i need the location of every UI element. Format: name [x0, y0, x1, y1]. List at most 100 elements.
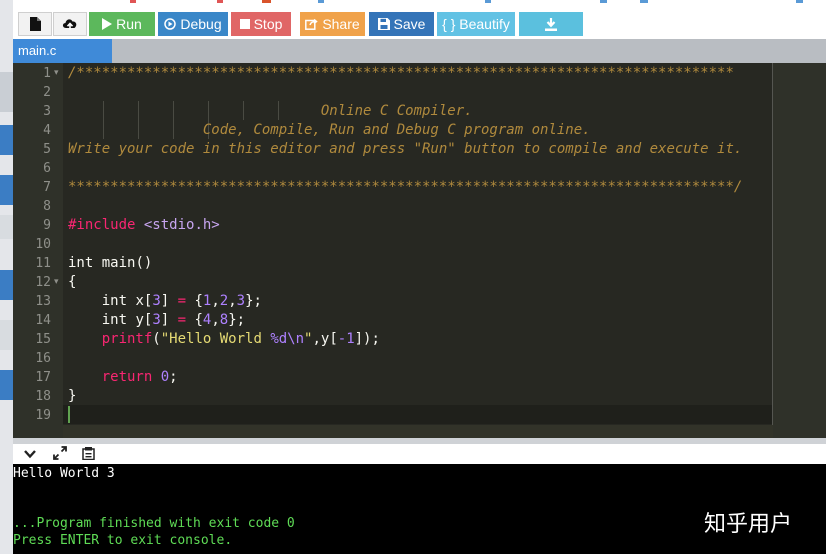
program-output-line: Hello World 3	[13, 466, 115, 481]
format-specifier: %d\n	[270, 331, 305, 347]
sidebar-block	[0, 175, 13, 205]
top-sliver	[262, 0, 271, 3]
code-text: ]	[160, 312, 178, 328]
line-number: 1	[43, 66, 51, 81]
line-number: 14	[35, 313, 51, 328]
play-icon	[102, 18, 113, 30]
code-line-14: int y[3] = {4,8};	[68, 311, 245, 330]
text-cursor	[68, 406, 70, 423]
number-literal: 3	[236, 293, 246, 309]
exit-prompt-line: Press ENTER to exit console.	[13, 533, 233, 548]
line-number: 17	[35, 370, 51, 385]
line-number: 15	[35, 332, 51, 347]
top-sliver	[796, 0, 803, 3]
code-editor[interactable]: 1 2 3 4 5 6 7 8 9 10 11 12 13 14 15 16 1…	[13, 63, 826, 438]
sidebar-block	[0, 320, 13, 350]
top-sliver	[318, 0, 324, 3]
operator: =	[177, 312, 187, 328]
fold-arrow-icon[interactable]: ▾	[54, 273, 62, 292]
new-file-button[interactable]	[18, 12, 52, 36]
code-text: (	[152, 331, 161, 347]
line-number: 2	[43, 85, 51, 100]
line-number: 6	[43, 161, 51, 176]
beautify-label: { } Beautify	[442, 16, 510, 32]
sidebar-block	[0, 270, 13, 300]
share-button[interactable]: Share	[300, 12, 365, 36]
top-sliver	[640, 0, 648, 3]
expand-console-button[interactable]	[51, 446, 69, 462]
copy-icon	[81, 447, 95, 461]
code-text: x[	[127, 293, 153, 309]
stop-button[interactable]: Stop	[231, 12, 291, 36]
console-toolbar	[13, 444, 826, 464]
chevron-down-icon	[24, 450, 36, 459]
number-literal: 3	[152, 312, 161, 328]
number-literal: 3	[152, 293, 161, 309]
code-text: ;	[169, 369, 178, 385]
code-text: ,	[228, 293, 237, 309]
horizontal-scrollbar[interactable]	[63, 425, 773, 438]
top-sliver	[130, 0, 136, 3]
download-button[interactable]	[519, 12, 583, 36]
code-line-9: #include <stdio.h>	[68, 216, 220, 235]
sidebar-block	[0, 125, 13, 155]
top-sliver	[600, 0, 607, 3]
code-line-11: int main()	[68, 254, 152, 273]
line-number: 4	[43, 123, 51, 138]
code-text: ,y[	[312, 331, 338, 347]
code-line-15: printf("Hello World %d\n",y[-1]);	[68, 330, 380, 349]
code-line-5: Write your code in this editor and press…	[68, 141, 743, 157]
number-literal: 8	[219, 312, 229, 328]
top-sliver	[217, 0, 223, 3]
save-button[interactable]: Save	[369, 12, 434, 36]
debug-label: Debug	[180, 16, 222, 32]
sidebar-block	[0, 72, 13, 112]
sidebar-block	[0, 370, 13, 400]
code-line-17: return 0;	[68, 368, 178, 387]
type-keyword: int	[68, 255, 94, 271]
line-number-gutter: 1 2 3 4 5 6 7 8 9 10 11 12 13 14 15 16 1…	[13, 63, 63, 438]
fold-arrow-icon[interactable]: ▾	[54, 64, 62, 83]
copy-output-button[interactable]	[79, 446, 97, 462]
string-literal: "Hello World	[160, 331, 271, 347]
finish-status-line: ...Program finished with exit code 0	[13, 516, 295, 531]
code-text: };	[228, 312, 246, 328]
save-icon	[377, 18, 390, 30]
collapse-console-button[interactable]	[21, 446, 39, 462]
line-number: 11	[35, 256, 51, 271]
console-output[interactable]: Hello World 3 ...Program finished with e…	[13, 464, 826, 554]
code-text: ]);	[354, 331, 380, 347]
run-button[interactable]: Run	[89, 12, 155, 36]
code-text: y[	[127, 312, 153, 328]
line-number: 7	[43, 180, 51, 195]
stop-label: Stop	[253, 16, 283, 32]
code-line-4: Code, Compile, Run and Debug C program o…	[68, 122, 591, 138]
main-toolbar: Run Debug Stop Share Save { } Beautify	[13, 9, 826, 39]
include-directive: #include	[68, 217, 136, 233]
line-number: 18	[35, 389, 51, 404]
watermark-text: 知乎用户	[704, 512, 793, 537]
header-name: <stdio.h>	[143, 217, 220, 233]
function-name: printf	[101, 331, 153, 347]
line-number: 10	[35, 237, 51, 252]
line-number: 3	[43, 104, 51, 119]
debug-button[interactable]: Debug	[158, 12, 228, 36]
code-lines: /***************************************…	[68, 63, 773, 438]
number-literal: 2	[219, 293, 229, 309]
code-line-7: ****************************************…	[68, 179, 743, 195]
code-text: ,	[211, 293, 220, 309]
return-keyword: return	[101, 369, 153, 385]
line-number: 9	[43, 218, 51, 233]
code-text: ]	[160, 293, 178, 309]
line-number: 16	[35, 351, 51, 366]
code-text: {	[186, 293, 203, 309]
editor-right-panel	[773, 63, 826, 438]
debug-icon	[164, 18, 177, 30]
left-sidebar-strip	[0, 0, 13, 554]
upload-button[interactable]	[53, 12, 87, 36]
tab-main-c[interactable]: main.c	[13, 39, 112, 63]
code-line-13: int x[3] = {1,2,3};	[68, 292, 262, 311]
code-text: ,	[211, 312, 220, 328]
expand-icon	[53, 446, 67, 460]
beautify-button[interactable]: { } Beautify	[437, 12, 515, 36]
